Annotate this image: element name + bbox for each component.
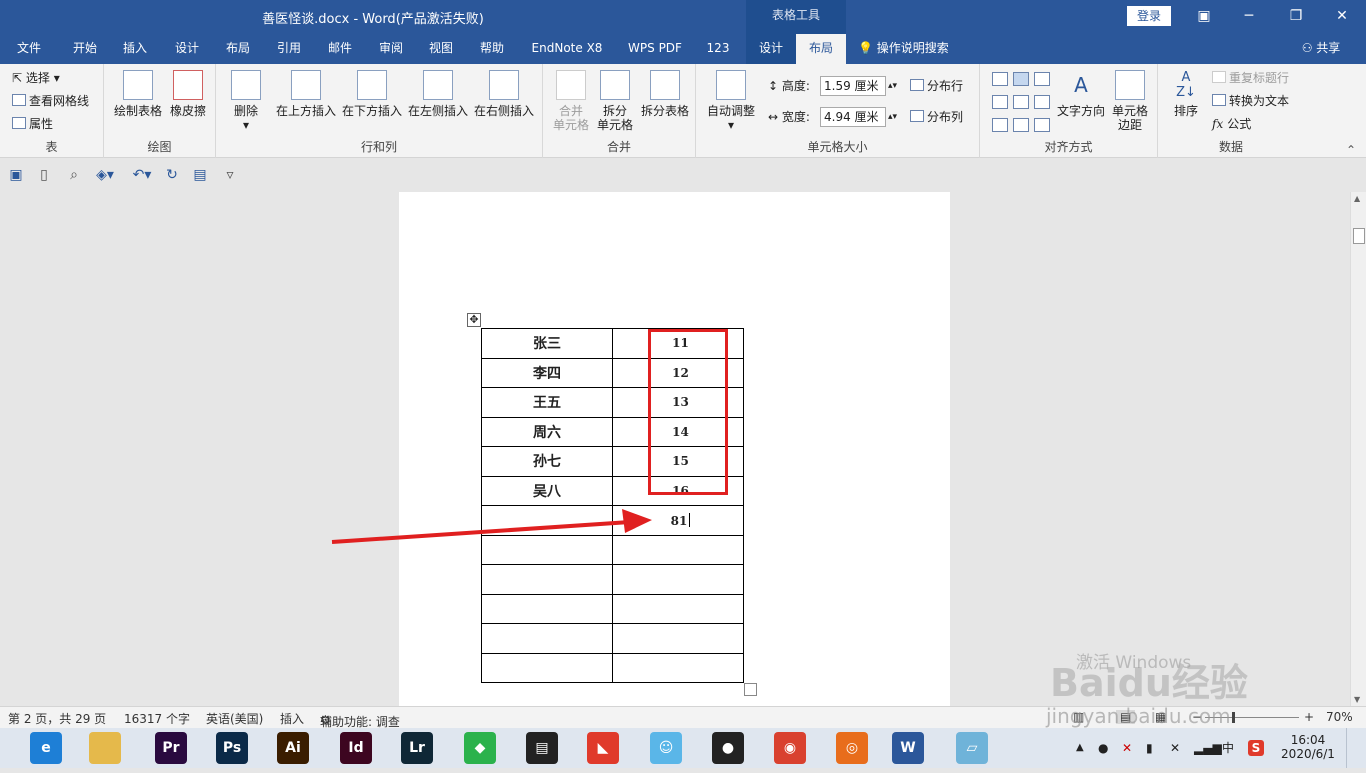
zoom-in-button[interactable]: + (1304, 710, 1314, 724)
baidu-url-watermark: jingyan.baidu.com (1046, 704, 1231, 728)
show-desktop-button[interactable] (1346, 728, 1366, 768)
chrome-icon[interactable]: ◉ (774, 732, 806, 764)
clock-date: 2020/6/1 (1281, 747, 1335, 761)
browser-icon[interactable]: e (30, 732, 62, 764)
notepad-icon[interactable]: ▱ (956, 732, 988, 764)
insert-mode[interactable]: 插入 (280, 710, 304, 727)
zoom-level[interactable]: 70% (1326, 710, 1353, 724)
qq-tray-icon[interactable]: ● (1098, 728, 1108, 768)
baidu-watermark: Baidu经验 (1050, 661, 1248, 705)
cat-app-icon[interactable]: ☺ (650, 732, 682, 764)
premiere-icon[interactable]: Pr (155, 732, 187, 764)
tray-expand-icon[interactable]: ▲ (1076, 728, 1084, 768)
mute-icon[interactable]: ✕ (1170, 728, 1180, 768)
clock[interactable]: 16:04 2020/6/1 (1278, 733, 1338, 773)
scroll-thumb[interactable] (1353, 228, 1365, 244)
sogou-ime-icon[interactable]: S (1248, 740, 1264, 756)
taskbar: e Pr Ps Ai Id Lr ◆ ▤ ◣ ☺ ● ◉ ◎ W ▱ ▲ ● ✕ ▮ ✕ ▂▄▆ 中 S 1… (0, 728, 1366, 768)
word-icon[interactable]: W (892, 732, 924, 764)
clock-time: 16:04 (1290, 733, 1326, 747)
file-explorer-icon[interactable] (89, 732, 121, 764)
illustrator-icon[interactable]: Ai (277, 732, 309, 764)
zoom-slider-handle[interactable] (1232, 712, 1235, 723)
network-status-icon[interactable]: ✕ (1122, 728, 1132, 768)
arrow-shaft (331, 520, 631, 544)
vertical-scrollbar[interactable]: ▲ ▼ (1350, 192, 1366, 706)
scroll-down-icon[interactable]: ▼ (1354, 695, 1360, 704)
photoshop-icon[interactable]: Ps (216, 732, 248, 764)
qq-icon[interactable]: ● (712, 732, 744, 764)
lightroom-icon[interactable]: Lr (401, 732, 433, 764)
wifi-icon[interactable]: ▂▄▆ (1194, 728, 1222, 768)
indesign-icon[interactable]: Id (340, 732, 372, 764)
word-count[interactable]: 16317 个字 (124, 710, 190, 727)
language[interactable]: 英语(美国) (206, 710, 263, 727)
colorful-app-icon[interactable]: ◣ (587, 732, 619, 764)
scroll-up-icon[interactable]: ▲ (1354, 194, 1360, 203)
ime-indicator[interactable]: 中 (1222, 728, 1234, 768)
page-count[interactable]: 第 2 页，共 29 页 (8, 710, 106, 727)
orange-app-icon[interactable]: ◎ (836, 732, 868, 764)
arrow-head (622, 509, 652, 533)
video-editor-icon[interactable]: ▤ (526, 732, 558, 764)
green-app-icon[interactable]: ◆ (464, 732, 496, 764)
battery-icon[interactable]: ▮ (1146, 728, 1153, 768)
